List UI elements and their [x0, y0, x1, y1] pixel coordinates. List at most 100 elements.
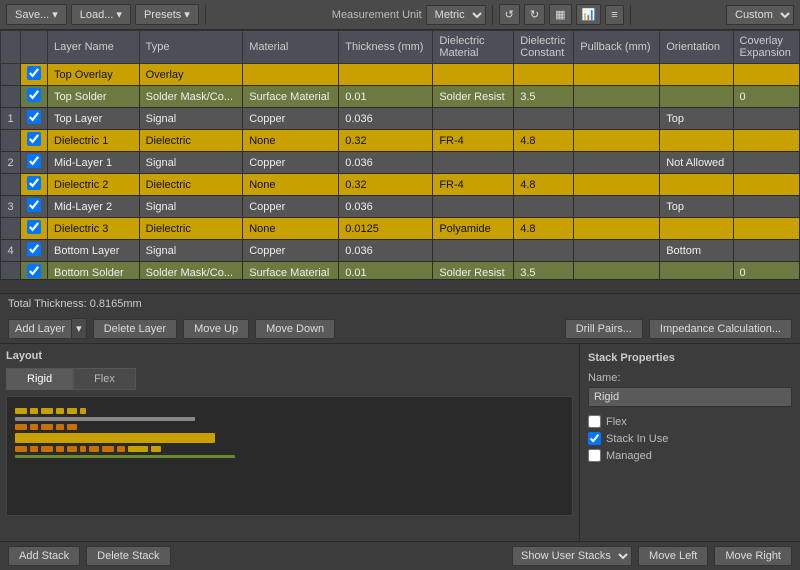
row-type: Signal — [139, 108, 243, 130]
table-row: Dielectric 2DielectricNone0.32FR-44.8 — [1, 174, 800, 196]
move-left-button[interactable]: Move Left — [638, 546, 708, 566]
row-type: Signal — [139, 196, 243, 218]
delete-stack-button[interactable]: Delete Stack — [86, 546, 170, 566]
row-checkbox[interactable] — [27, 66, 41, 80]
row-checkbox[interactable] — [27, 154, 41, 168]
row-orientation — [660, 262, 733, 281]
layout-row-3 — [15, 424, 564, 430]
row-thickness: 0.036 — [339, 240, 433, 262]
layout-panel: Layout Rigid Flex — [0, 344, 580, 541]
row-diel-const — [514, 240, 574, 262]
save-button[interactable]: Save... ▾ — [6, 4, 67, 25]
seg-bottom — [15, 455, 235, 458]
seg-yellow-5 — [67, 408, 77, 414]
stack-in-use-checkbox[interactable] — [588, 432, 601, 445]
layout-title: Layout — [6, 350, 573, 362]
layers-button[interactable]: ≡ — [605, 5, 623, 25]
row-checkbox[interactable] — [27, 264, 41, 278]
seg-orange-3 — [41, 424, 53, 430]
row-coverlay: 0 — [733, 86, 799, 108]
table-header-row: Layer Name Type Material Thickness (mm) … — [1, 31, 800, 64]
measurement-unit-label: Measurement Unit — [332, 9, 422, 21]
row-checkbox[interactable] — [27, 88, 41, 102]
row-coverlay — [733, 240, 799, 262]
row-checkbox[interactable] — [27, 242, 41, 256]
tab-flex[interactable]: Flex — [73, 368, 136, 390]
horizontal-scrollbar[interactable] — [0, 280, 800, 294]
seg-yellow-4 — [56, 408, 64, 414]
measurement-unit-select[interactable]: Metric — [426, 5, 486, 25]
seg-orange-7 — [30, 446, 38, 452]
row-check — [21, 240, 48, 262]
managed-row: Managed — [588, 449, 792, 462]
delete-layer-button[interactable]: Delete Layer — [93, 319, 177, 339]
load-button[interactable]: Load... ▾ — [71, 4, 131, 25]
move-down-button[interactable]: Move Down — [255, 319, 335, 339]
row-diel-const: 4.8 — [514, 218, 574, 240]
layout-row-2 — [15, 417, 564, 421]
row-check — [21, 218, 48, 240]
seg-dielectric-1 — [15, 433, 215, 443]
flex-checkbox-row: Flex — [588, 415, 792, 428]
row-layer-name: Top Layer — [48, 108, 140, 130]
move-right-button[interactable]: Move Right — [714, 546, 792, 566]
row-num — [1, 218, 21, 240]
row-coverlay — [733, 218, 799, 240]
row-thickness — [339, 64, 433, 86]
row-type: Solder Mask/Co... — [139, 86, 243, 108]
toolbar-sep-2 — [492, 5, 493, 25]
seg-yellow-2 — [30, 408, 38, 414]
row-checkbox[interactable] — [27, 110, 41, 124]
row-diel-mat: Solder Resist — [433, 86, 514, 108]
seg-orange-2 — [30, 424, 38, 430]
row-num — [1, 174, 21, 196]
managed-checkbox[interactable] — [588, 449, 601, 462]
row-pullback — [574, 262, 660, 281]
toolbar: Save... ▾ Load... ▾ Presets ▾ Measuremen… — [0, 0, 800, 30]
bottom-action-bar: Add Stack Delete Stack Show User Stacks … — [0, 541, 800, 570]
row-type: Overlay — [139, 64, 243, 86]
row-material: Copper — [243, 196, 339, 218]
grid-button[interactable]: ▦ — [549, 4, 571, 25]
col-layer-name: Layer Name — [48, 31, 140, 64]
row-layer-name: Dielectric 1 — [48, 130, 140, 152]
row-coverlay — [733, 64, 799, 86]
add-layer-button[interactable]: Add Layer — [8, 319, 72, 339]
presets-button[interactable]: Presets ▾ — [135, 4, 199, 25]
save-label: Save... — [15, 9, 49, 21]
name-input[interactable] — [588, 387, 792, 407]
custom-select[interactable]: Custom — [726, 5, 794, 25]
layout-tabs: Rigid Flex — [6, 368, 573, 390]
refresh1-button[interactable]: ↺ — [499, 4, 520, 25]
row-layer-name: Top Solder — [48, 86, 140, 108]
seg-orange-9 — [56, 446, 64, 452]
col-orientation: Orientation — [660, 31, 733, 64]
row-thickness: 0.32 — [339, 174, 433, 196]
stack-in-use-row: Stack In Use — [588, 432, 792, 445]
add-layer-dropdown[interactable]: ▾ — [72, 318, 87, 339]
seg-yellow-6 — [80, 408, 86, 414]
row-thickness: 0.036 — [339, 152, 433, 174]
row-layer-name: Bottom Solder — [48, 262, 140, 281]
show-stacks-select[interactable]: Show User Stacks — [512, 546, 632, 566]
row-material: None — [243, 218, 339, 240]
row-checkbox[interactable] — [27, 220, 41, 234]
add-stack-button[interactable]: Add Stack — [8, 546, 80, 566]
tab-rigid[interactable]: Rigid — [6, 368, 73, 390]
flex-checkbox[interactable] — [588, 415, 601, 428]
toolbar-sep-1 — [205, 5, 206, 25]
move-up-button[interactable]: Move Up — [183, 319, 249, 339]
row-checkbox[interactable] — [27, 198, 41, 212]
drill-pairs-button[interactable]: Drill Pairs... — [565, 319, 643, 339]
row-num — [1, 86, 21, 108]
row-checkbox[interactable] — [27, 132, 41, 146]
chart-button[interactable]: 📊 — [576, 4, 602, 25]
col-coverlay: CoverlayExpansion — [733, 31, 799, 64]
impedance-button[interactable]: Impedance Calculation... — [649, 319, 792, 339]
col-material: Material — [243, 31, 339, 64]
row-checkbox[interactable] — [27, 176, 41, 190]
refresh2-button[interactable]: ↻ — [524, 4, 545, 25]
row-num: 2 — [1, 152, 21, 174]
row-num — [1, 262, 21, 281]
table-row: 2Mid-Layer 1SignalCopper0.036Not Allowed — [1, 152, 800, 174]
